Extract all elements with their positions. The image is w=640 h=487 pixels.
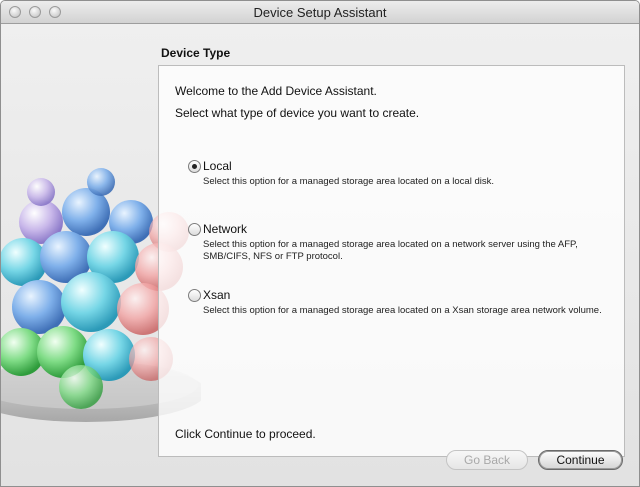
continue-button[interactable]: Continue [538, 450, 623, 470]
network-label[interactable]: Network [203, 222, 247, 236]
continue-hint-text: Click Continue to proceed. [175, 427, 316, 441]
window-title: Device Setup Assistant [253, 5, 387, 20]
local-label[interactable]: Local [203, 159, 232, 173]
instruction-text: Select what type of device you want to c… [175, 106, 420, 120]
xsan-label[interactable]: Xsan [203, 288, 230, 302]
local-description: Select this option for a managed storage… [203, 176, 494, 187]
network-radio[interactable] [188, 223, 201, 236]
local-radio[interactable] [188, 160, 201, 173]
setup-assistant-window: Device Setup Assistant Device Type Welco… [0, 0, 640, 487]
device-type-panel: Welcome to the Add Device Assistant. Sel… [158, 65, 625, 457]
section-title: Device Type [161, 46, 231, 60]
welcome-text: Welcome to the Add Device Assistant. [175, 84, 377, 98]
assistant-content: Device Type Welcome to the Add Device As… [1, 24, 639, 486]
go-back-button[interactable]: Go Back [446, 450, 528, 470]
xsan-description: Select this option for a managed storage… [203, 305, 602, 316]
title-bar: Device Setup Assistant [1, 1, 639, 24]
xsan-radio[interactable] [188, 289, 201, 302]
network-description: Select this option for a managed storage… [203, 239, 578, 262]
